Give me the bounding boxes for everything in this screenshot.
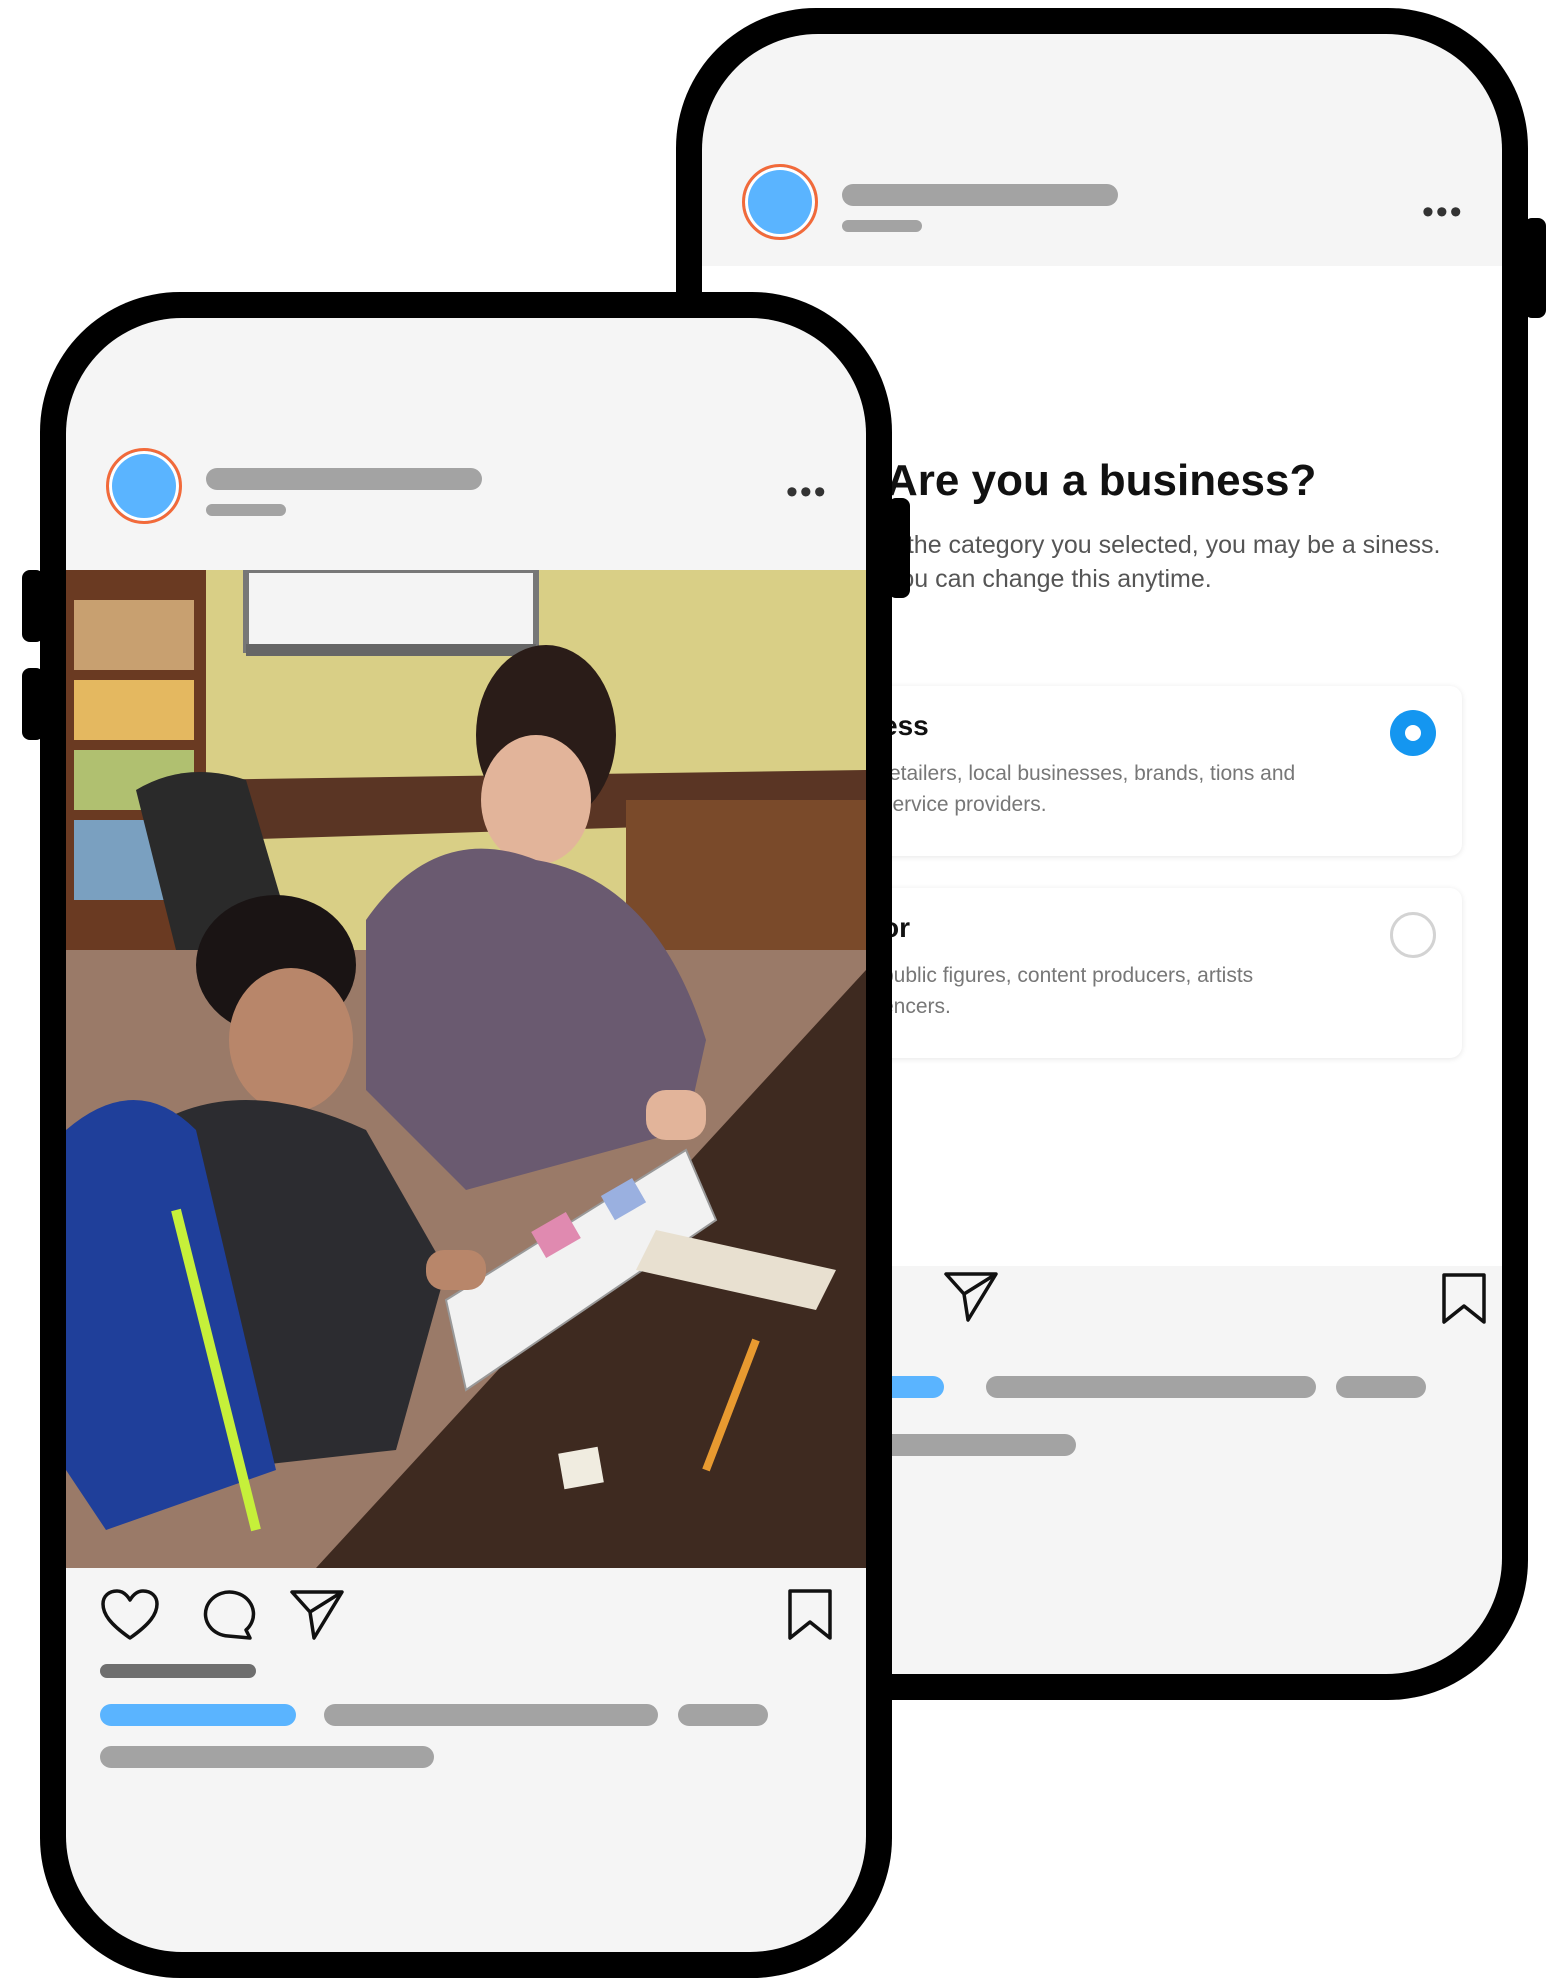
- front-phone-mockup: •••: [22, 292, 910, 1978]
- comments-placeholder: [100, 1746, 434, 1768]
- username-placeholder: [842, 184, 1118, 206]
- option-card-business[interactable]: ess retailers, local businesses, brands,…: [852, 686, 1462, 856]
- caption-placeholder: [1336, 1376, 1426, 1398]
- send-icon[interactable]: [942, 1270, 1000, 1324]
- whiteboard: [243, 570, 539, 653]
- bookmark-icon[interactable]: [1440, 1272, 1488, 1326]
- option-description: retailers, local businesses, brands, tio…: [882, 762, 1296, 816]
- likes-count-placeholder: [100, 1664, 256, 1678]
- volume-up-button: [22, 570, 44, 642]
- username-placeholder: [100, 1704, 296, 1726]
- profile-avatar[interactable]: [742, 164, 818, 240]
- radio-unselected[interactable]: [1390, 912, 1436, 958]
- volume-down-button: [22, 668, 44, 740]
- location-placeholder: [206, 504, 286, 516]
- business-prompt-title: Are you a business?: [886, 456, 1317, 505]
- username-placeholder: [206, 468, 482, 490]
- caption-placeholder: [324, 1704, 658, 1726]
- option-card-creator[interactable]: or public figures, content producers, ar…: [852, 888, 1462, 1058]
- location-placeholder: [842, 220, 922, 232]
- power-button: [888, 498, 910, 598]
- caption-placeholder: [986, 1376, 1316, 1398]
- business-prompt-subtitle: n the category you selected, you may be …: [886, 531, 1441, 593]
- radio-selected[interactable]: [1390, 710, 1436, 756]
- option-description: public figures, content producers, artis…: [882, 964, 1254, 1018]
- send-icon[interactable]: [288, 1588, 346, 1642]
- more-options-icon[interactable]: •••: [786, 475, 828, 509]
- caption-placeholder: [678, 1704, 768, 1726]
- front-phone-screen: •••: [66, 318, 866, 1952]
- post-photo[interactable]: [66, 570, 866, 1568]
- power-button: [1524, 218, 1546, 318]
- heart-icon[interactable]: [100, 1588, 160, 1642]
- comment-icon[interactable]: [200, 1588, 256, 1642]
- bookmark-icon[interactable]: [786, 1588, 834, 1642]
- more-options-icon[interactable]: •••: [1422, 195, 1464, 229]
- profile-avatar[interactable]: [106, 448, 182, 524]
